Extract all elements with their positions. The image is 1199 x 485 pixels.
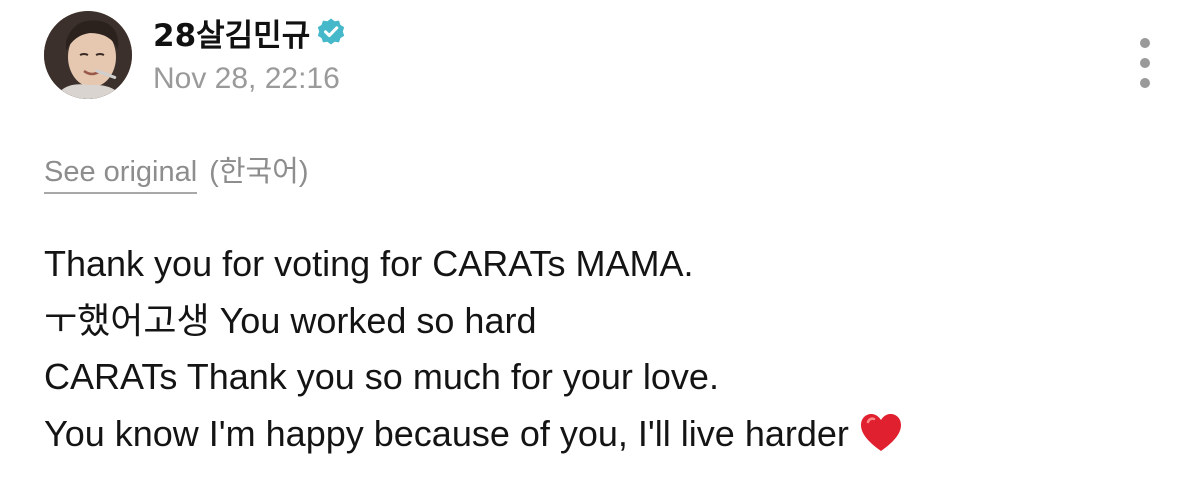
translation-row: See original (한국어) (44, 148, 309, 194)
author-row: 28살김민규 (153, 10, 346, 55)
original-language-label: (한국어) (209, 156, 309, 188)
more-dot (1140, 38, 1150, 48)
verified-badge-icon (316, 17, 346, 47)
more-options-button[interactable] (1134, 36, 1156, 90)
body-line-last: You know I'm happy because of you, I'll … (44, 406, 1164, 463)
post-card: 28살김민규 Nov 28, 22:16 See original (한국어) … (0, 0, 1199, 485)
author-name[interactable]: 28살김민규 (153, 10, 310, 55)
see-original-link[interactable]: See original (44, 156, 198, 194)
more-dot (1140, 78, 1150, 88)
body-line: CARATs Thank you so much for your love. (44, 356, 719, 397)
red-heart-icon (859, 413, 903, 453)
post-body: Thank you for voting for CARATs MAMA. ㅜ했… (44, 236, 1164, 462)
body-line: Thank you for voting for CARATs MAMA. (44, 243, 694, 284)
body-line: ㅜ했어고생 You worked so hard (44, 299, 537, 341)
body-line-text: You know I'm happy because of you, I'll … (44, 412, 849, 454)
avatar-photo-icon (44, 11, 132, 99)
more-dot (1140, 58, 1150, 68)
author-avatar[interactable] (44, 11, 132, 99)
post-timestamp: Nov 28, 22:16 (153, 62, 340, 95)
